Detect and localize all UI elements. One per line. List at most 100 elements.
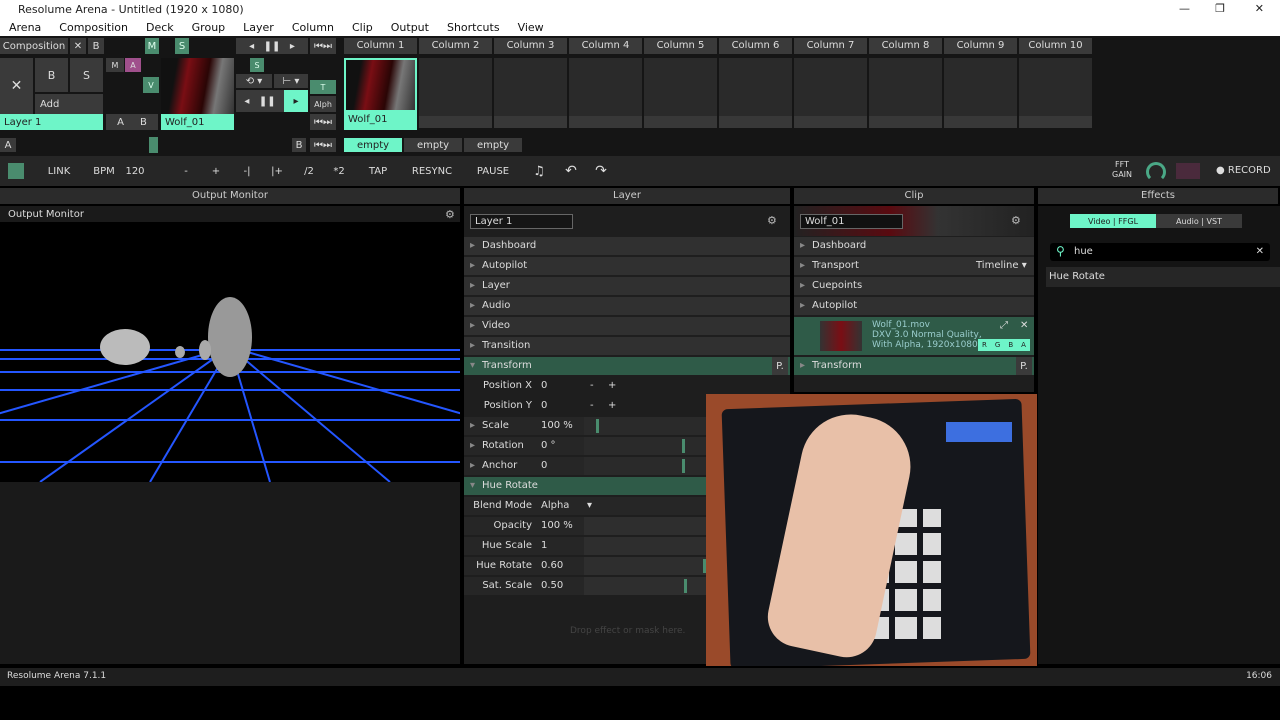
layer-transport[interactable]: ◂ ❚❚	[236, 90, 284, 112]
layer-skip[interactable]: ⏮⏭	[310, 114, 336, 130]
layer-section-video[interactable]: Video	[464, 317, 790, 335]
expand-arrow-icon[interactable]: ▸	[470, 460, 475, 471]
gear-icon[interactable]: ⚙	[767, 214, 777, 227]
clear-search-icon[interactable]: ✕	[1256, 246, 1264, 257]
record-button[interactable]: ● RECORD	[1216, 165, 1271, 176]
menu-output[interactable]: Output	[382, 19, 438, 36]
expand-arrow-icon[interactable]: ▸	[470, 440, 475, 451]
minimize-button[interactable]: —	[1179, 2, 1190, 15]
gear-icon[interactable]: ⚙	[1011, 214, 1021, 227]
tab-video-ffgl[interactable]: Video | FFGL	[1070, 214, 1156, 228]
composition-bypass-button[interactable]: B	[88, 38, 104, 54]
link-button[interactable]: LINK	[36, 160, 82, 182]
transport-mode-select[interactable]: Timeline ▾	[976, 260, 1027, 271]
composition-button[interactable]: Composition	[0, 38, 68, 54]
column-6-header[interactable]: Column 6	[719, 38, 792, 54]
slider-handle[interactable]	[684, 579, 688, 593]
menu-layer[interactable]: Layer	[234, 19, 283, 36]
chevron-down-icon[interactable]: ▾	[587, 500, 592, 511]
param-decrement[interactable]: -	[590, 380, 594, 391]
menu-composition[interactable]: Composition	[50, 19, 137, 36]
effects-search[interactable]: ⚲ hue ✕	[1050, 243, 1270, 261]
deck-tab-2[interactable]: empty	[404, 138, 462, 152]
menu-shortcuts[interactable]: Shortcuts	[438, 19, 509, 36]
slider-handle[interactable]	[681, 459, 685, 473]
column-8-header[interactable]: Column 8	[869, 38, 942, 54]
gear-icon[interactable]: ⚙	[445, 208, 455, 221]
transform-preset-button[interactable]: P.	[772, 357, 788, 375]
composition-skip[interactable]: ⏮⏭	[310, 38, 336, 54]
param-value[interactable]: 0	[541, 400, 547, 411]
clip-transform-section[interactable]: Transform	[794, 357, 1034, 375]
param-value[interactable]: 100 %	[541, 520, 573, 531]
layer-blend-select[interactable]: Add	[35, 94, 103, 114]
close-icon[interactable]: ✕	[1020, 320, 1028, 331]
param-decrement[interactable]: -	[590, 400, 594, 411]
deck-b-button[interactable]: B	[292, 138, 306, 152]
direction-select[interactable]: ⊢ ▾	[274, 74, 308, 88]
column-2-header[interactable]: Column 2	[419, 38, 492, 54]
param-slider[interactable]	[584, 417, 706, 435]
expand-arrow-icon[interactable]: ▸	[470, 420, 475, 431]
param-value[interactable]: 0 °	[541, 440, 556, 451]
maximize-button[interactable]: ❐	[1215, 2, 1225, 15]
tap-button[interactable]: TAP	[362, 160, 394, 182]
undo-icon[interactable]: ↶	[560, 160, 582, 182]
search-input[interactable]: hue	[1074, 246, 1093, 257]
param-slider[interactable]	[584, 557, 706, 575]
menu-deck[interactable]: Deck	[137, 19, 183, 36]
slider-handle[interactable]	[596, 419, 600, 433]
composition-transport[interactable]: ◂ ❚❚ ▸	[236, 38, 308, 54]
crossfader-handle[interactable]	[149, 137, 158, 153]
layer-solo-button[interactable]: S	[70, 58, 103, 92]
tab-audio-vst[interactable]: Audio | VST	[1156, 214, 1242, 228]
layer-bypass-button[interactable]: B	[35, 58, 68, 92]
layer-m-button[interactable]: M	[106, 58, 124, 72]
nudge-right-button[interactable]: |+	[266, 160, 288, 182]
layer-section-audio[interactable]: Audio	[464, 297, 790, 315]
deck-tab-1[interactable]: empty	[344, 138, 402, 152]
menu-column[interactable]: Column	[283, 19, 343, 36]
loop-mode-select[interactable]: ⟲ ▾	[236, 74, 272, 88]
param-value[interactable]: 0	[541, 460, 547, 471]
bpm-plus-button[interactable]: +	[206, 160, 226, 182]
clip-transform-preset[interactable]: P.	[1016, 357, 1032, 375]
effect-result-hue-rotate[interactable]: Hue Rotate	[1046, 267, 1280, 287]
clip-section-dashboard[interactable]: Dashboard	[794, 237, 1034, 255]
menu-arena[interactable]: Arena	[0, 19, 50, 36]
param-value[interactable]: 1	[541, 540, 547, 551]
resync-button[interactable]: RESYNC	[406, 160, 458, 182]
bpm-input[interactable]: 120	[118, 160, 152, 182]
menu-view[interactable]: View	[509, 19, 553, 36]
layer-clear-button[interactable]: ✕	[0, 58, 33, 114]
layer-t-button[interactable]: T	[310, 80, 336, 94]
layer-section-transition[interactable]: Transition	[464, 337, 790, 355]
menu-group[interactable]: Group	[183, 19, 235, 36]
layer-a-button[interactable]: A	[125, 58, 141, 72]
param-slider[interactable]	[584, 517, 706, 535]
fft-gain-knob[interactable]	[1146, 162, 1166, 182]
transform-section[interactable]: Transform	[464, 357, 790, 375]
metronome-icon[interactable]: ♫	[528, 160, 550, 182]
play-button[interactable]: ▸	[284, 90, 308, 112]
bpm-minus-button[interactable]: -	[176, 160, 196, 182]
menu-clip[interactable]: Clip	[343, 19, 382, 36]
deck-a-button[interactable]: A	[0, 138, 16, 152]
expand-icon[interactable]: ⤢	[1000, 320, 1008, 331]
column-1-header[interactable]: Column 1	[344, 38, 417, 54]
layer-alpha-button[interactable]: Alph	[310, 96, 336, 112]
deck-skip[interactable]: ⏮⏭	[310, 138, 336, 152]
column-10-header[interactable]: Column 10	[1019, 38, 1092, 54]
param-value[interactable]: 0.50	[541, 580, 563, 591]
column-9-header[interactable]: Column 9	[944, 38, 1017, 54]
column-7-header[interactable]: Column 7	[794, 38, 867, 54]
clip-section-cuepoints[interactable]: Cuepoints	[794, 277, 1034, 295]
redo-icon[interactable]: ↷	[590, 160, 612, 182]
composition-solo-button[interactable]: S	[175, 38, 189, 54]
layer-section-dashboard[interactable]: Dashboard	[464, 237, 790, 255]
param-slider[interactable]	[584, 577, 706, 595]
param-slider[interactable]	[584, 437, 706, 455]
layer-name-input[interactable]: Layer 1	[470, 214, 573, 229]
param-value[interactable]: 0	[541, 380, 547, 391]
column-4-header[interactable]: Column 4	[569, 38, 642, 54]
